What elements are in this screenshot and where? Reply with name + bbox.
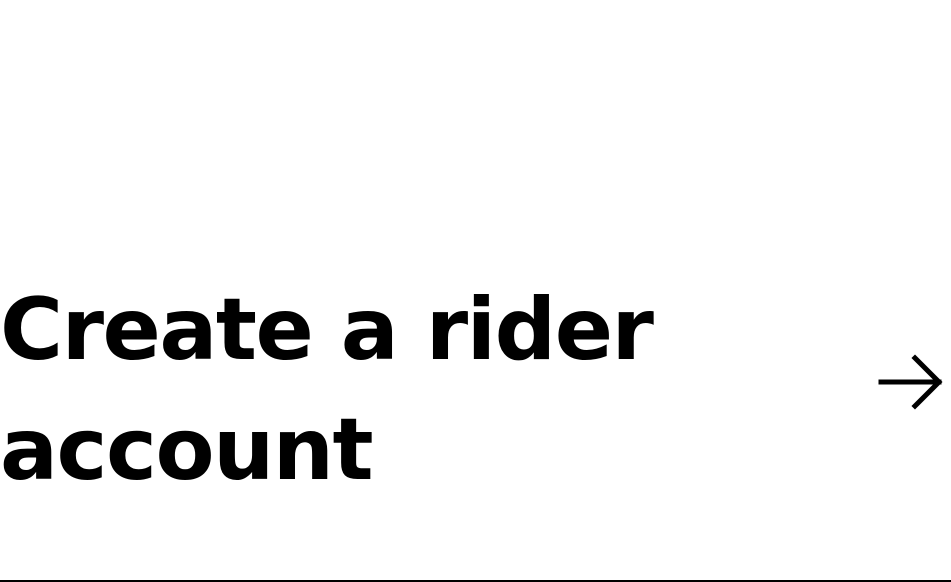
arrow-right-icon [877, 348, 945, 416]
create-rider-account-link[interactable]: Create a rider account [0, 0, 951, 582]
create-rider-account-title: Create a rider account [0, 280, 654, 500]
